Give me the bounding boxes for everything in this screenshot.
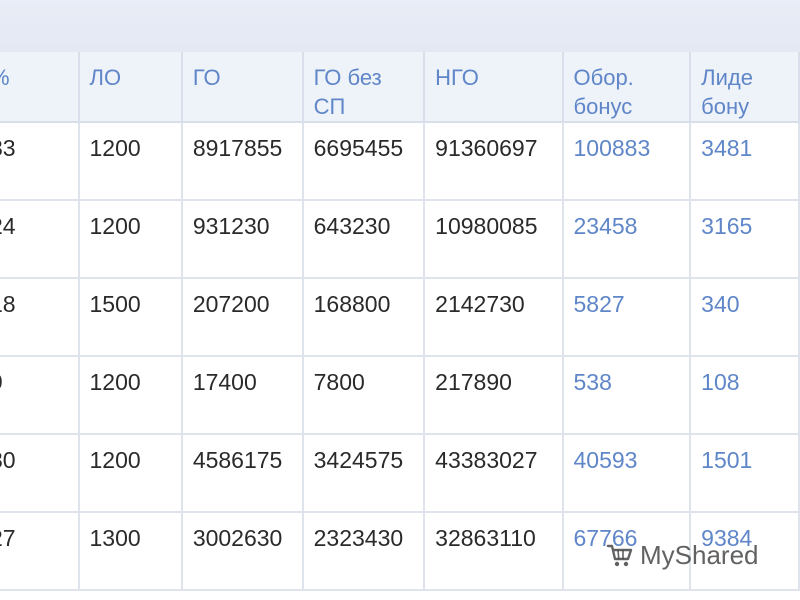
header-obor-bonus[interactable]: Обор. бонус (562, 52, 692, 123)
screen: % ЛО ГО ГО без СП НГО Обор. бонус Лиде бону… (0, 0, 800, 600)
table-cell: 33 (0, 122, 80, 201)
table-cell: 43383027 (424, 434, 564, 513)
table-cell: 91360697 (424, 122, 564, 201)
table-cell: 9 (0, 356, 80, 435)
table-cell: 643230 (302, 200, 426, 279)
table-cell: 32863110 (424, 512, 564, 591)
table-cell: 1300 (78, 512, 183, 591)
data-table: % ЛО ГО ГО без СП НГО Обор. бонус Лиде бону… (0, 52, 800, 591)
table-cell-link[interactable]: 40593 (562, 434, 692, 513)
header-line: СП (313, 94, 346, 119)
table-cell-link[interactable]: 3165 (690, 200, 800, 279)
table-cell-link[interactable]: 23458 (562, 200, 692, 279)
header-line: Лиде (701, 65, 753, 90)
table-row: 18150020720016880021427305827340 (0, 278, 800, 357)
table-cell: 27 (0, 512, 80, 591)
table-cell: 931230 (181, 200, 304, 279)
table-scroll-area: % ЛО ГО ГО без СП НГО Обор. бонус Лиде бону… (0, 52, 800, 591)
table-cell: 1200 (78, 122, 183, 201)
header-percent[interactable]: % (0, 52, 80, 123)
table-cell: 10980085 (424, 200, 564, 279)
header-lo[interactable]: ЛО (78, 52, 183, 123)
table-cell: 7800 (302, 356, 426, 435)
header-row: % ЛО ГО ГО без СП НГО Обор. бонус Лиде бону (0, 52, 800, 123)
header-go[interactable]: ГО (181, 52, 304, 123)
table-cell: 168800 (302, 278, 426, 357)
table-cell: 2323430 (302, 512, 426, 591)
header-line: ГО (192, 65, 221, 90)
table-row: 91200174007800217890538108 (0, 356, 800, 435)
table-cell: 30 (0, 434, 80, 513)
header-go-bez-sp[interactable]: ГО без СП (302, 52, 426, 123)
table-cell-link[interactable]: 100883 (562, 122, 692, 201)
table-toolbar-band (0, 0, 800, 54)
table-cell-link[interactable]: 538 (562, 356, 692, 435)
table-cell: 4586175 (181, 434, 304, 513)
table-cell: 17400 (181, 356, 304, 435)
header-ngo[interactable]: НГО (424, 52, 564, 123)
header-line: Обор. (573, 65, 634, 90)
header-line: ЛО (89, 65, 122, 90)
table-cell-link[interactable]: 3481 (690, 122, 800, 201)
header-line: бону (701, 94, 750, 119)
table-row: 24120093123064323010980085234583165 (0, 200, 800, 279)
header-line: НГО (435, 65, 479, 90)
table-cell: 3002630 (181, 512, 304, 591)
table-cell: 18 (0, 278, 80, 357)
table-cell: 207200 (181, 278, 304, 357)
table-row: 33120089178556695455913606971008833481 (0, 122, 800, 201)
table-cell-link[interactable]: 5827 (562, 278, 692, 357)
header-line: ГО без (313, 65, 382, 90)
table-cell-link[interactable]: 1501 (690, 434, 800, 513)
table-cell: 2142730 (424, 278, 564, 357)
table-cell: 1200 (78, 356, 183, 435)
table-cell-link[interactable]: 108 (690, 356, 800, 435)
table-cell: 1200 (78, 200, 183, 279)
table-cell-link[interactable]: 340 (690, 278, 800, 357)
header-lider-bonus[interactable]: Лиде бону (690, 52, 800, 123)
table-cell: 1200 (78, 434, 183, 513)
table-cell: 6695455 (302, 122, 426, 201)
table-cell: 1500 (78, 278, 183, 357)
table-cell: 8917855 (181, 122, 304, 201)
watermark-text: MyShared (640, 539, 759, 570)
table-body: 3312008917855669545591360697100883348124… (0, 122, 800, 591)
watermark: MyShared (606, 537, 759, 573)
table-cell: 24 (0, 200, 80, 279)
cart-icon (606, 544, 633, 567)
header-line: % (0, 65, 10, 90)
table-cell: 3424575 (302, 434, 426, 513)
table-row: 3012004586175342457543383027405931501 (0, 434, 800, 513)
header-line: бонус (573, 94, 633, 119)
table-cell: 217890 (424, 356, 564, 435)
